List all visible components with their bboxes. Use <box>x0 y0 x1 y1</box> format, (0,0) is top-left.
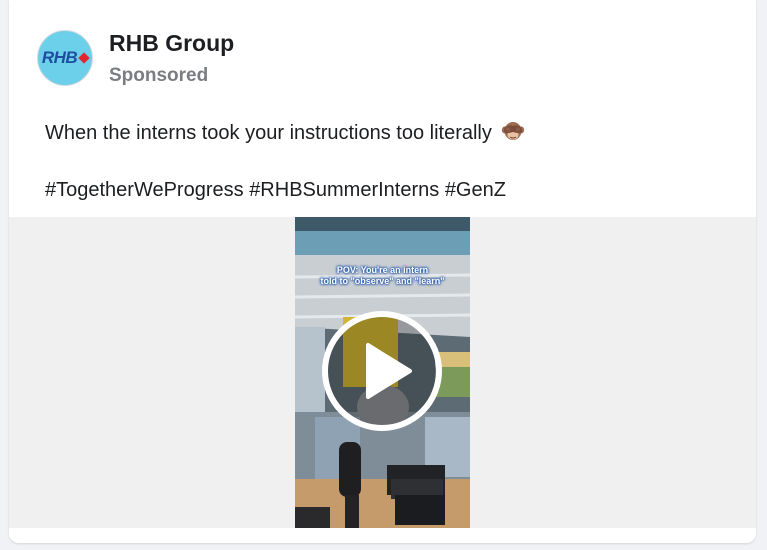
sponsored-label[interactable]: Sponsored <box>109 65 208 87</box>
avatar-logo-text: RHB <box>41 48 78 67</box>
play-icon <box>322 311 442 431</box>
hashtag-link[interactable]: #GenZ <box>445 179 506 201</box>
video-caption-line: told to "observe" and "learn" <box>320 276 445 286</box>
media-container: POV: You're an intern told to "observe" … <box>9 217 756 528</box>
play-button[interactable] <box>320 309 444 433</box>
post-body-text: When the interns took your instructions … <box>45 122 492 144</box>
post-card: RHB RHB Group Sponsored When the interns… <box>9 0 756 543</box>
hashtag-line: #TogetherWeProgress #RHBSummerInterns #G… <box>45 177 506 203</box>
logo-diamond-icon <box>78 52 90 64</box>
post-body: When the interns took your instructions … <box>45 120 525 149</box>
hashtag-link[interactable]: #TogetherWeProgress <box>45 179 244 201</box>
see-no-evil-monkey-icon <box>501 120 525 149</box>
page-avatar[interactable]: RHB <box>37 30 93 86</box>
card-footer-strip <box>9 528 756 543</box>
video-caption: POV: You're an intern told to "observe" … <box>295 265 470 287</box>
hashtag-link[interactable]: #RHBSummerInterns <box>249 179 439 201</box>
video-player[interactable]: POV: You're an intern told to "observe" … <box>295 217 470 528</box>
video-caption-line: POV: You're an intern <box>336 265 429 275</box>
page-name-link[interactable]: RHB Group <box>109 30 234 57</box>
post-header: RHB RHB Group Sponsored <box>9 0 756 110</box>
